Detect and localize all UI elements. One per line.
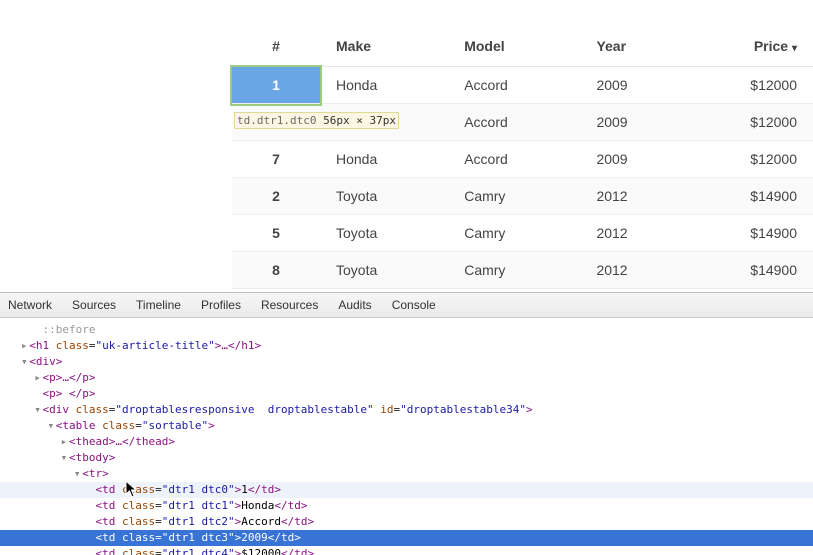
tree-row[interactable]: <td class="dtr1 dtc1">Honda</td> <box>0 498 813 514</box>
cell-year: 2012 <box>580 215 691 252</box>
tooltip-dims: 56px × 37px <box>323 114 396 127</box>
table-header-row: # Make Model Year Price ▾ <box>232 26 813 67</box>
tree-row[interactable]: ▾<div> <box>0 354 813 370</box>
cell-year: 2012 <box>580 178 691 215</box>
cell-year: 2012 <box>580 252 691 289</box>
data-table: # Make Model Year Price ▾ 1HondaAccord20… <box>232 26 813 289</box>
cell-model: Camry <box>448 178 580 215</box>
devtools-tab-timeline[interactable]: Timeline <box>132 296 185 314</box>
cell-model: Accord <box>448 67 580 104</box>
disclosure-triangle-icon[interactable]: ▸ <box>59 434 69 450</box>
cell-model: Camry <box>448 215 580 252</box>
table-row[interactable]: 7HondaAccord2009$12000 <box>232 141 813 178</box>
cell-price: $14900 <box>691 252 813 289</box>
cell-year: 2009 <box>580 104 691 141</box>
table-row[interactable]: 8ToyotaCamry2012$14900 <box>232 252 813 289</box>
cell-price: $12000 <box>691 104 813 141</box>
devtools-tab-audits[interactable]: Audits <box>334 296 375 314</box>
cell-make: Honda <box>320 67 448 104</box>
tree-row[interactable]: ▸<thead>…</thead> <box>0 434 813 450</box>
devtools-tab-resources[interactable]: Resources <box>257 296 322 314</box>
sort-desc-icon: ▾ <box>792 43 797 54</box>
cell-make: Toyota <box>320 178 448 215</box>
col-model[interactable]: Model <box>448 26 580 67</box>
cell-price: $14900 <box>691 215 813 252</box>
col-price[interactable]: Price ▾ <box>691 26 813 67</box>
tree-row[interactable]: ▾<tbody> <box>0 450 813 466</box>
disclosure-triangle-icon[interactable] <box>33 322 43 338</box>
col-price-label: Price <box>754 38 788 54</box>
elements-tree[interactable]: ::before ▸<h1 class="uk-article-title">…… <box>0 318 813 555</box>
tree-row[interactable]: <td class="dtr1 dtc3">2009</td> <box>0 530 813 546</box>
tree-row[interactable]: <td class="dtr1 dtc0">1</td> <box>0 482 813 498</box>
tree-row[interactable]: ▾<table class="sortable"> <box>0 418 813 434</box>
col-make[interactable]: Make <box>320 26 448 67</box>
table-row[interactable]: 2ToyotaCamry2012$14900 <box>232 178 813 215</box>
tree-row[interactable]: <td class="dtr1 dtc4">$12000</td> <box>0 546 813 555</box>
cell-year: 2009 <box>580 67 691 104</box>
cell-num: 2 <box>232 178 320 215</box>
cell-model: Camry <box>448 252 580 289</box>
cell-price: $12000 <box>691 67 813 104</box>
tree-row[interactable]: <td class="dtr1 dtc2">Accord</td> <box>0 514 813 530</box>
devtools-tab-sources[interactable]: Sources <box>68 296 120 314</box>
disclosure-triangle-icon[interactable]: ▾ <box>33 402 43 418</box>
cell-num: 1 <box>232 67 320 104</box>
tree-row[interactable]: ▸<h1 class="uk-article-title">…</h1> <box>0 338 813 354</box>
devtools-tab-profiles[interactable]: Profiles <box>197 296 245 314</box>
table-row[interactable]: 1HondaAccord2009$12000 <box>232 67 813 104</box>
devtools-tabs: Network Sources Timeline Profiles Resources A… <box>0 293 813 318</box>
cell-num: 7 <box>232 141 320 178</box>
disclosure-triangle-icon[interactable]: ▾ <box>72 466 82 482</box>
disclosure-triangle-icon[interactable] <box>85 482 95 498</box>
cell-model: Accord <box>448 141 580 178</box>
disclosure-triangle-icon[interactable] <box>33 386 43 402</box>
disclosure-triangle-icon[interactable] <box>85 514 95 530</box>
col-year[interactable]: Year <box>580 26 691 67</box>
disclosure-triangle-icon[interactable]: ▾ <box>46 418 56 434</box>
disclosure-triangle-icon[interactable]: ▾ <box>19 354 29 370</box>
disclosure-triangle-icon[interactable] <box>85 530 95 546</box>
devtools-panel: Network Sources Timeline Profiles Resources A… <box>0 292 813 555</box>
cell-price: $12000 <box>691 141 813 178</box>
cell-model: Accord <box>448 104 580 141</box>
table-row[interactable]: 5ToyotaCamry2012$14900 <box>232 215 813 252</box>
disclosure-triangle-icon[interactable] <box>85 546 95 555</box>
cell-num: 8 <box>232 252 320 289</box>
cell-make: Toyota <box>320 252 448 289</box>
cell-make: Honda <box>320 141 448 178</box>
col-num[interactable]: # <box>232 26 320 67</box>
disclosure-triangle-icon[interactable] <box>85 498 95 514</box>
table-body: 1HondaAccord2009$120004HondaAccord2009$1… <box>232 67 813 289</box>
devtools-tab-console[interactable]: Console <box>388 296 440 314</box>
cell-num: 5 <box>232 215 320 252</box>
devtools-tab-network[interactable]: Network <box>4 296 56 314</box>
disclosure-triangle-icon[interactable]: ▸ <box>33 370 43 386</box>
disclosure-triangle-icon[interactable]: ▾ <box>59 450 69 466</box>
cell-year: 2009 <box>580 141 691 178</box>
tree-row[interactable]: ▸<p>…</p> <box>0 370 813 386</box>
tree-row[interactable]: ::before <box>0 322 813 338</box>
tree-row[interactable]: ▾<div class="droptablesresponsive dropta… <box>0 402 813 418</box>
tree-row[interactable]: <p> </p> <box>0 386 813 402</box>
tree-row[interactable]: ▾<tr> <box>0 466 813 482</box>
disclosure-triangle-icon[interactable]: ▸ <box>19 338 29 354</box>
tooltip-selector: td.dtr1.dtc0 <box>237 114 316 127</box>
cell-make: Toyota <box>320 215 448 252</box>
inspector-size-tooltip: td.dtr1.dtc0 56px × 37px <box>234 112 399 129</box>
cell-price: $14900 <box>691 178 813 215</box>
